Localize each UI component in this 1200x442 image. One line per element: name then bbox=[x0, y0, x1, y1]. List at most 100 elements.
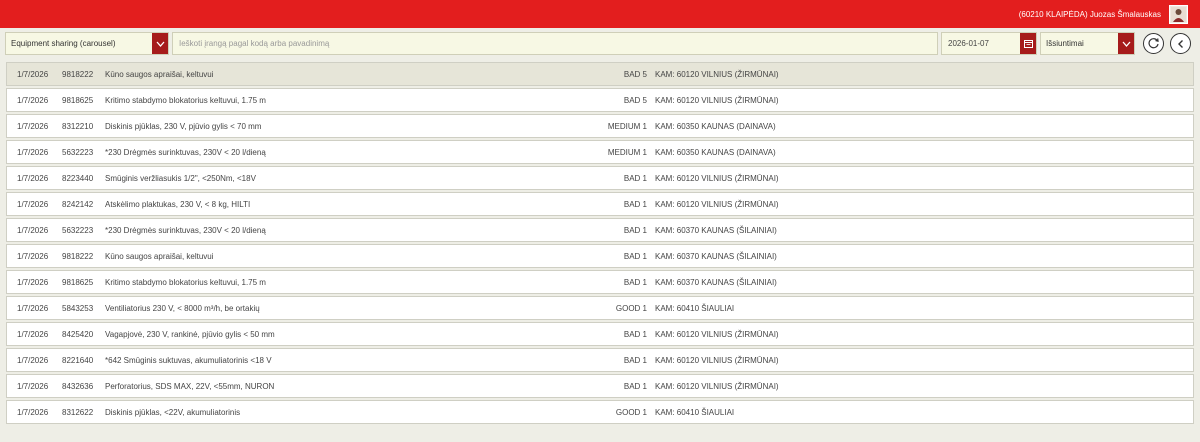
list-item[interactable]: 1/7/2026 8425420 Vagapjovė, 230 V, rankinė… bbox=[6, 322, 1194, 346]
item-code: 8425420 bbox=[62, 330, 94, 339]
date-field[interactable]: 2026-01-07 bbox=[941, 32, 1037, 55]
item-name: Diskinis pjūklas, 230 V, pjūvio gylis < … bbox=[105, 122, 262, 131]
item-name: Diskinis pjūklas, <22V, akumuliatorinis bbox=[105, 408, 241, 417]
item-date: 1/7/2026 bbox=[17, 252, 49, 261]
list-item[interactable]: 1/7/2026 9818222 Kūno saugos apraišai, kel… bbox=[6, 62, 1194, 86]
item-destination: KAM: 60370 KAUNAS (ŠILAINIAI) bbox=[655, 252, 777, 261]
item-code: 9818625 bbox=[62, 96, 94, 105]
item-name: Ventiliatorius 230 V, < 8000 m³/h, be or… bbox=[105, 304, 260, 313]
list-item[interactable]: 1/7/2026 5632223 *230 Drėgmės surinktuvas,… bbox=[6, 218, 1194, 242]
item-status: BAD 1 bbox=[623, 226, 647, 235]
type-select[interactable]: Išsiuntimai bbox=[1040, 32, 1135, 55]
item-date: 1/7/2026 bbox=[17, 304, 49, 313]
item-date: 1/7/2026 bbox=[17, 70, 49, 79]
item-code: 5632223 bbox=[62, 226, 94, 235]
date-value: 2026-01-07 bbox=[948, 39, 989, 48]
mode-select[interactable]: Equipment sharing (carousel) bbox=[5, 32, 169, 55]
item-name: Perforatorius, SDS MAX, 22V, <55mm, NURO… bbox=[105, 382, 275, 391]
chevron-down-icon[interactable] bbox=[152, 33, 168, 54]
list-item[interactable]: 1/7/2026 5843253 Ventiliatorius 230 V, < 8… bbox=[6, 296, 1194, 320]
search-placeholder: Ieškoti įrangą pagal kodą arba pavadinim… bbox=[179, 39, 330, 48]
item-status: BAD 5 bbox=[623, 70, 647, 79]
item-destination: KAM: 60350 KAUNAS (DAINAVA) bbox=[655, 148, 776, 157]
item-name: Atskėlimo plaktukas, 230 V, < 8 kg, HILT… bbox=[105, 200, 251, 209]
search-input[interactable]: Ieškoti įrangą pagal kodą arba pavadinim… bbox=[172, 32, 938, 55]
item-destination: KAM: 60120 VILNIUS (ŽIRMŪNAI) bbox=[655, 330, 779, 339]
refresh-button[interactable] bbox=[1143, 33, 1164, 54]
item-destination: KAM: 60120 VILNIUS (ŽIRMŪNAI) bbox=[655, 356, 779, 365]
item-code: 9818625 bbox=[62, 278, 94, 287]
back-icon bbox=[1177, 39, 1183, 48]
shipment-list: 1/7/2026 9818222 Kūno saugos apraišai, kel… bbox=[6, 62, 1194, 426]
list-item[interactable]: 1/7/2026 8223440 Smūginis veržliasukis 1/2… bbox=[6, 166, 1194, 190]
item-destination: KAM: 60120 VILNIUS (ŽIRMŪNAI) bbox=[655, 174, 779, 183]
item-destination: KAM: 60120 VILNIUS (ŽIRMŪNAI) bbox=[655, 200, 779, 209]
item-status: BAD 5 bbox=[623, 96, 647, 105]
item-destination: KAM: 60120 VILNIUS (ŽIRMŪNAI) bbox=[655, 70, 779, 79]
list-item[interactable]: 1/7/2026 8221640 *642 Smūginis suktuvas, a… bbox=[6, 348, 1194, 372]
item-date: 1/7/2026 bbox=[17, 278, 49, 287]
item-status: BAD 1 bbox=[623, 200, 647, 209]
toolbar: Equipment sharing (carousel) Ieškoti įra… bbox=[0, 28, 1200, 58]
back-button[interactable] bbox=[1170, 33, 1191, 54]
item-date: 1/7/2026 bbox=[17, 96, 49, 105]
refresh-icon bbox=[1148, 38, 1159, 49]
item-status: BAD 1 bbox=[623, 278, 647, 287]
list-item[interactable]: 1/7/2026 8242142 Atskėlimo plaktukas, 230 … bbox=[6, 192, 1194, 216]
list-item[interactable]: 1/7/2026 9818222 Kūno saugos apraišai, kel… bbox=[6, 244, 1194, 268]
item-destination: KAM: 60370 KAUNAS (ŠILAINIAI) bbox=[655, 278, 777, 287]
item-destination: KAM: 60120 VILNIUS (ŽIRMŪNAI) bbox=[655, 382, 779, 391]
item-code: 5632223 bbox=[62, 148, 94, 157]
item-name: Kritimo stabdymo blokatorius keltuvui, 1… bbox=[105, 278, 266, 287]
item-name: *230 Drėgmės surinktuvas, 230V < 20 l/di… bbox=[105, 226, 266, 235]
user-avatar-icon bbox=[1171, 6, 1186, 22]
item-name: Kūno saugos apraišai, keltuvui bbox=[105, 252, 214, 261]
item-status: MEDIUM 1 bbox=[607, 122, 647, 131]
list-item[interactable]: 1/7/2026 8432636 Perforatorius, SDS MAX, 2… bbox=[6, 374, 1194, 398]
item-code: 8312622 bbox=[62, 408, 94, 417]
mode-select-value: Equipment sharing (carousel) bbox=[11, 39, 116, 48]
item-code: 5843253 bbox=[62, 304, 94, 313]
item-code: 8221640 bbox=[62, 356, 94, 365]
chevron-down-icon[interactable] bbox=[1118, 33, 1134, 54]
item-destination: KAM: 60410 ŠIAULIAI bbox=[655, 304, 735, 313]
item-date: 1/7/2026 bbox=[17, 408, 49, 417]
item-code: 8312210 bbox=[62, 122, 94, 131]
item-status: BAD 1 bbox=[623, 174, 647, 183]
type-select-value: Išsiuntimai bbox=[1046, 39, 1084, 48]
item-status: BAD 1 bbox=[623, 330, 647, 339]
item-destination: KAM: 60120 VILNIUS (ŽIRMŪNAI) bbox=[655, 96, 779, 105]
list-item[interactable]: 1/7/2026 8312210 Diskinis pjūklas, 230 V, … bbox=[6, 114, 1194, 138]
item-name: Kritimo stabdymo blokatorius keltuvui, 1… bbox=[105, 96, 266, 105]
item-name: *642 Smūginis suktuvas, akumuliatorinis … bbox=[105, 356, 272, 365]
list-item[interactable]: 1/7/2026 9818625 Kritimo stabdymo blokator… bbox=[6, 270, 1194, 294]
item-status: BAD 1 bbox=[623, 252, 647, 261]
item-date: 1/7/2026 bbox=[17, 174, 49, 183]
item-code: 9818222 bbox=[62, 252, 94, 261]
item-date: 1/7/2026 bbox=[17, 148, 49, 157]
list-item[interactable]: 1/7/2026 9818625 Kritimo stabdymo blokator… bbox=[6, 88, 1194, 112]
item-date: 1/7/2026 bbox=[17, 226, 49, 235]
avatar[interactable] bbox=[1169, 4, 1188, 24]
item-name: *230 Drėgmės surinktuvas, 230V < 20 l/di… bbox=[105, 148, 266, 157]
app-header: (60210 KLAIPĖDA) Juozas Šmalauskas bbox=[0, 0, 1200, 28]
item-status: BAD 1 bbox=[623, 382, 647, 391]
item-code: 8432636 bbox=[62, 382, 94, 391]
item-destination: KAM: 60370 KAUNAS (ŠILAINIAI) bbox=[655, 226, 777, 235]
item-name: Kūno saugos apraišai, keltuvui bbox=[105, 70, 214, 79]
list-item[interactable]: 1/7/2026 8312622 Diskinis pjūklas, <22V, a… bbox=[6, 400, 1194, 424]
item-code: 9818222 bbox=[62, 70, 94, 79]
item-name: Vagapjovė, 230 V, rankinė, pjūvio gylis … bbox=[105, 330, 275, 339]
item-status: BAD 1 bbox=[623, 356, 647, 365]
item-date: 1/7/2026 bbox=[17, 330, 49, 339]
item-date: 1/7/2026 bbox=[17, 382, 49, 391]
item-status: MEDIUM 1 bbox=[607, 148, 647, 157]
item-status: GOOD 1 bbox=[615, 408, 647, 417]
item-date: 1/7/2026 bbox=[17, 200, 49, 209]
item-status: GOOD 1 bbox=[615, 304, 647, 313]
list-item[interactable]: 1/7/2026 5632223 *230 Drėgmės surinktuvas,… bbox=[6, 140, 1194, 164]
user-info[interactable]: (60210 KLAIPĖDA) Juozas Šmalauskas bbox=[1019, 10, 1161, 19]
item-destination: KAM: 60350 KAUNAS (DAINAVA) bbox=[655, 122, 776, 131]
item-code: 8242142 bbox=[62, 200, 94, 209]
calendar-icon[interactable] bbox=[1020, 33, 1036, 54]
